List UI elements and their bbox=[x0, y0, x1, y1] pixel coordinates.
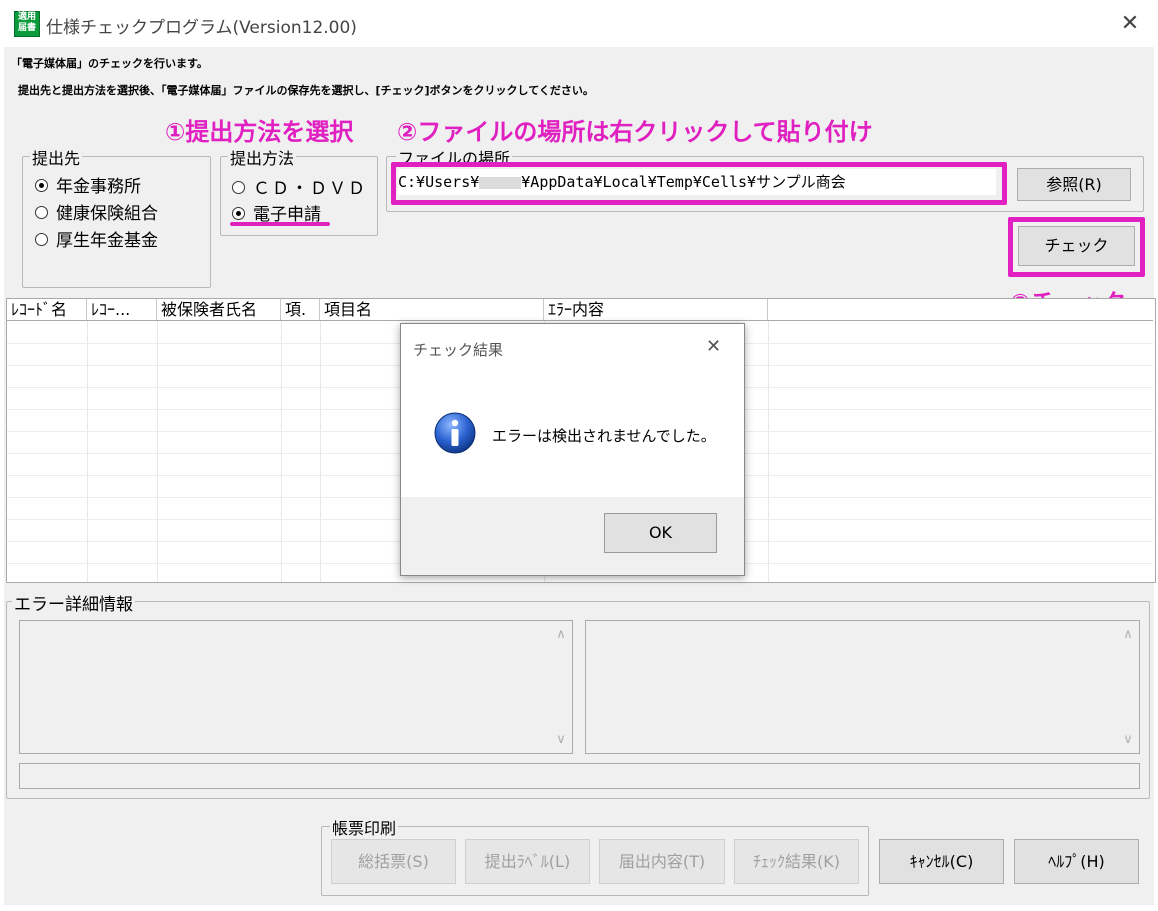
title-bar: 適用届書 仕様チェックプログラム(Version12.00) ✕ bbox=[0, 0, 1158, 47]
radio-pension-fund[interactable]: 厚生年金基金 bbox=[35, 226, 158, 251]
dialog-title: チェック結果 bbox=[413, 341, 504, 359]
col-insured-name[interactable]: 被保険者氏名 bbox=[157, 299, 281, 320]
radio-pension-office[interactable]: 年金事務所 bbox=[35, 172, 141, 197]
radio-dot bbox=[35, 205, 48, 219]
redacted-username bbox=[479, 176, 522, 189]
summary-button[interactable]: 総括票(S) bbox=[331, 839, 456, 884]
check-result-dialog: チェック結果 ✕ エラーは検出されませんでした。 OK bbox=[400, 323, 745, 576]
grid-vline bbox=[768, 321, 769, 582]
close-icon[interactable]: ✕ bbox=[1118, 12, 1142, 36]
scroll-up-icon[interactable]: ∧ bbox=[552, 627, 570, 642]
radio-label: ＣＤ・ＤＶＤ bbox=[253, 179, 367, 199]
error-detail-label: エラー詳細情報 bbox=[12, 590, 135, 615]
close-icon[interactable]: ✕ bbox=[706, 336, 721, 357]
dialog-message: エラーは検出されませんでした。 bbox=[492, 427, 716, 445]
grid-vline bbox=[320, 321, 321, 582]
grid-header-divider bbox=[7, 320, 1153, 321]
grid-vline bbox=[157, 321, 158, 582]
info-icon bbox=[434, 412, 476, 454]
annotation-step1: ①提出方法を選択 bbox=[165, 118, 354, 146]
ok-button[interactable]: OK bbox=[604, 513, 717, 553]
col-record[interactable]: ﾚｺｰ... bbox=[87, 299, 157, 320]
app-icon: 適用届書 bbox=[14, 11, 40, 37]
print-label: 帳票印刷 bbox=[330, 815, 399, 839]
grid-vline bbox=[87, 321, 88, 582]
browse-button[interactable]: 参照(R) bbox=[1017, 168, 1131, 201]
check-result-button[interactable]: ﾁｪｯｸ結果(K) bbox=[734, 839, 859, 884]
status-field bbox=[19, 763, 1140, 789]
radio-dot bbox=[232, 206, 245, 220]
check-button[interactable]: チェック bbox=[1018, 226, 1135, 266]
method-label: 提出方法 bbox=[228, 145, 297, 169]
intro-line-1: 「電子媒体届」のチェックを行います。 bbox=[11, 57, 208, 70]
col-error-content[interactable]: ｴﾗｰ内容 bbox=[544, 299, 768, 320]
col-record-name[interactable]: ﾚｺｰﾄﾞ名 bbox=[7, 299, 87, 320]
cancel-button[interactable]: ｷｬﾝｾﾙ(C) bbox=[879, 839, 1004, 884]
radio-label: 健康保険組合 bbox=[56, 204, 158, 224]
col-item-name[interactable]: 項目名 bbox=[320, 299, 544, 320]
col-item-no[interactable]: 項. bbox=[281, 299, 320, 320]
file-path-suffix: ¥AppData¥Local¥Temp¥Cells¥サンプル商会 bbox=[521, 173, 846, 191]
annotation-step2: ②ファイルの場所は右クリックして貼り付け bbox=[397, 118, 873, 146]
label-button[interactable]: 提出ﾗﾍﾞﾙ(L) bbox=[465, 839, 590, 884]
scroll-down-icon[interactable]: ∨ bbox=[1119, 732, 1137, 747]
radio-dot bbox=[35, 178, 48, 192]
notification-content-button[interactable]: 届出内容(T) bbox=[599, 839, 725, 884]
radio-dot bbox=[232, 180, 245, 194]
scroll-up-icon[interactable]: ∧ bbox=[1119, 627, 1137, 642]
radio-health-insurance[interactable]: 健康保険組合 bbox=[35, 199, 158, 224]
destination-label: 提出先 bbox=[30, 145, 83, 169]
error-detail-right[interactable]: ∧ ∨ bbox=[585, 620, 1140, 754]
error-detail-left[interactable]: ∧ ∨ bbox=[19, 620, 573, 754]
radio-label: 年金事務所 bbox=[56, 177, 141, 197]
intro-line-2: 提出先と提出方法を選択後、「電子媒体届」ファイルの保存先を選択し、[チェック]ボ… bbox=[18, 84, 594, 97]
radio-label: 厚生年金基金 bbox=[56, 231, 158, 251]
radio-dot bbox=[35, 232, 48, 246]
scroll-down-icon[interactable]: ∨ bbox=[552, 732, 570, 747]
file-path-input[interactable]: C:¥Users¥ ¥AppData¥Local¥Temp¥Cells¥サンプル商… bbox=[398, 169, 996, 195]
window-title: 仕様チェックプログラム(Version12.00) bbox=[46, 18, 357, 38]
file-path-prefix: C:¥Users¥ bbox=[398, 173, 480, 191]
method-underline bbox=[230, 222, 330, 226]
dialog-footer: OK bbox=[401, 497, 744, 575]
radio-cd-dvd[interactable]: ＣＤ・ＤＶＤ bbox=[232, 174, 367, 199]
help-button[interactable]: ﾍﾙﾌﾟ(H) bbox=[1014, 839, 1139, 884]
grid-vline bbox=[281, 321, 282, 582]
